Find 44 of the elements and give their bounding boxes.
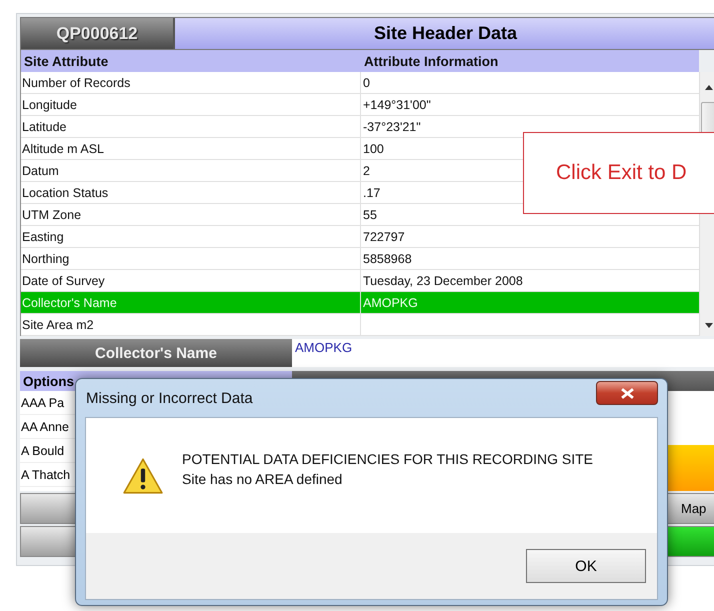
dialog-message: Site has no AREA defined — [182, 470, 344, 488]
attribute-cell: Location Status — [21, 182, 361, 203]
value-cell-text: 2 — [362, 162, 370, 180]
attribute-cell: Easting — [21, 226, 361, 247]
column-header: Site Attribute — [23, 52, 110, 70]
attribute-cell: UTM Zone — [21, 204, 361, 225]
attribute-cell: Number of Records — [21, 72, 361, 93]
tooltip-text: Click Exit to D — [556, 161, 687, 185]
value-cell-text: 100 — [362, 140, 384, 158]
dialog-title: Missing or Incorrect Data — [86, 390, 253, 406]
value-cell-text: -37°23'21" — [362, 118, 421, 136]
site-id: QP000612 — [21, 18, 175, 49]
warning-icon — [122, 456, 164, 494]
value-cell-text: .17 — [362, 184, 380, 202]
attribute-cell: Longitude — [21, 94, 361, 115]
field-label: Collector's Name — [20, 339, 292, 367]
column-header: Attribute Information — [363, 52, 500, 70]
value-cell-text: 722797 — [362, 228, 405, 246]
value-cell-text: 5858968 — [362, 250, 412, 268]
attribute-cell: Northing — [21, 248, 361, 269]
table-row[interactable]: Longitude +149°31'00" — [21, 94, 699, 116]
value-cell-text: 55 — [362, 206, 377, 224]
attribute-cell: Latitude — [21, 116, 361, 137]
dialog-message: POTENTIAL DATA DEFICIENCIES FOR THIS RECORDING SITE — [182, 450, 593, 468]
value-cell-text: Tuesday, 23 December 2008 — [362, 272, 523, 290]
close-icon — [620, 388, 634, 398]
attribute-cell: Datum — [21, 160, 361, 181]
attribute-cell: Altitude m ASL — [21, 138, 361, 159]
value-cell-text: +149°31'00" — [362, 96, 431, 114]
attribute-cell: Collector's Name — [21, 292, 361, 313]
attribute-cell: Date of Survey — [21, 270, 361, 291]
attribute-cell: Site Area m2 — [21, 314, 361, 335]
collector-field[interactable]: AMOPKG — [292, 339, 714, 367]
table-row[interactable]: Easting 722797 — [21, 226, 699, 248]
scroll-down-icon[interactable] — [705, 323, 713, 328]
ok-button[interactable]: OK — [526, 549, 646, 583]
table-row[interactable]: Site Area m2 — [21, 314, 699, 336]
scroll-up-icon[interactable] — [705, 85, 713, 90]
panel-title: Site Header Data — [175, 18, 714, 49]
table-row[interactable]: Number of Records 0 — [21, 72, 699, 94]
table-row[interactable]: Northing 5858968 — [21, 248, 699, 270]
close-button[interactable] — [596, 381, 658, 405]
value-cell-text: AMOPKG — [362, 294, 418, 312]
value-cell-text: 0 — [362, 74, 370, 92]
